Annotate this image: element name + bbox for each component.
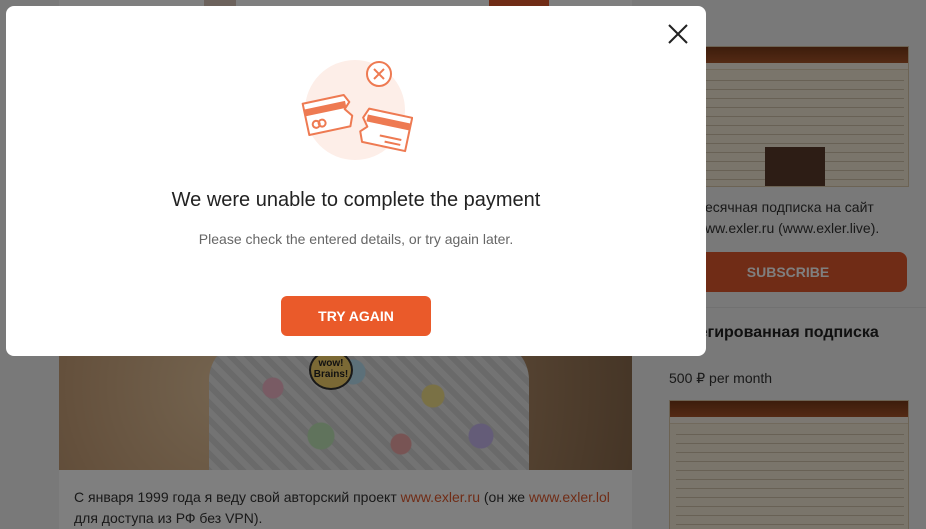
dialog-title: We were unable to complete the payment bbox=[171, 189, 541, 211]
payment-error-dialog: We were unable to complete the payment P… bbox=[6, 6, 706, 356]
dialog-message: Please check the entered details, or try… bbox=[198, 231, 514, 247]
try-again-button[interactable]: TRY AGAIN bbox=[281, 296, 431, 336]
broken-card-icon bbox=[301, 60, 414, 164]
close-icon[interactable] bbox=[667, 23, 689, 45]
